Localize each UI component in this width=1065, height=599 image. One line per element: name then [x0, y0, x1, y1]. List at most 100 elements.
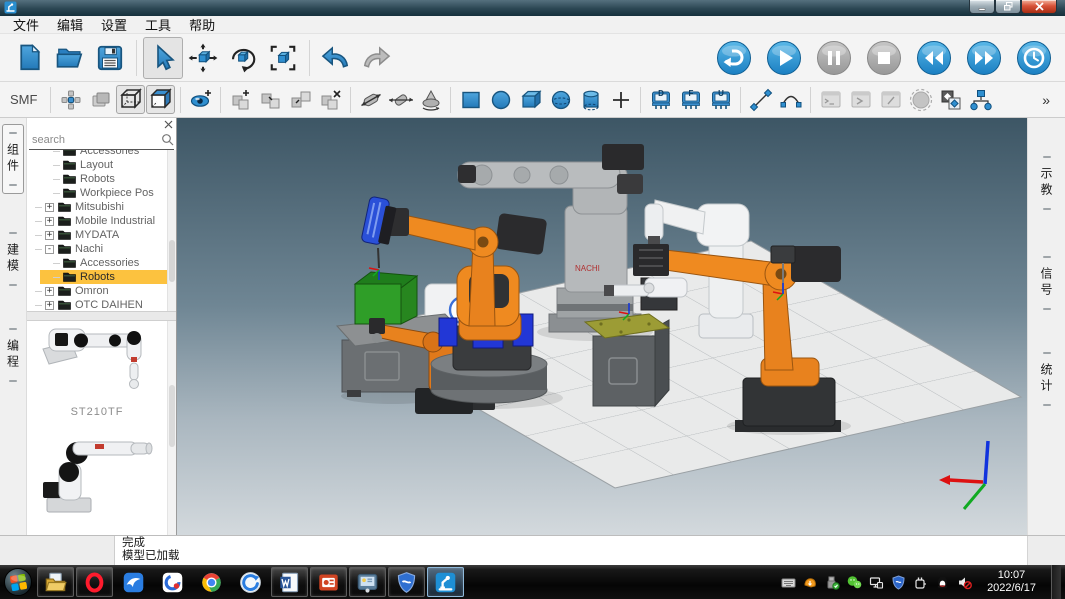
robot-model-thumbnail[interactable]: [35, 321, 159, 401]
zoom-extents-button[interactable]: [263, 37, 303, 79]
taskbar-file-explorer[interactable]: [37, 567, 74, 597]
slide-joint-button[interactable]: [386, 85, 415, 114]
robot-configuration-button[interactable]: [56, 85, 85, 114]
sphere-primitive-button[interactable]: [546, 85, 575, 114]
plane-primitive-button[interactable]: [456, 85, 485, 114]
console-run-button[interactable]: [846, 85, 875, 114]
tree-expander[interactable]: +: [45, 301, 54, 310]
panel-splitter[interactable]: [27, 311, 176, 321]
scrollbar-thumb[interactable]: [169, 385, 175, 447]
taskbar-word[interactable]: [271, 567, 308, 597]
tab-components[interactable]: 组件: [2, 124, 24, 194]
move-tool-button[interactable]: [183, 37, 223, 79]
save-button[interactable]: [90, 37, 130, 79]
rotate-tool-button[interactable]: [223, 37, 263, 79]
chip-d-button[interactable]: D: [646, 85, 675, 114]
tree-expander[interactable]: +: [45, 287, 54, 296]
power-plug-icon[interactable]: [912, 574, 928, 590]
panel-close-button[interactable]: [163, 119, 174, 130]
qq-icon[interactable]: [934, 574, 950, 590]
taskbar-browser-swirl[interactable]: [232, 567, 269, 597]
reset-button[interactable]: [715, 39, 753, 77]
add-component-button[interactable]: [226, 85, 255, 114]
taskbar-opera[interactable]: [76, 567, 113, 597]
taskbar-display-tool[interactable]: [349, 567, 386, 597]
tree-item[interactable]: +Mitsubishi: [27, 200, 167, 214]
simulation-time-button[interactable]: [1015, 39, 1053, 77]
cylinder-primitive-button[interactable]: [576, 85, 605, 114]
tree-item[interactable]: +OTC DAIHEN: [27, 298, 167, 311]
box-primitive-button[interactable]: [516, 85, 545, 114]
stop-button[interactable]: [865, 39, 903, 77]
visibility-add-button[interactable]: [186, 85, 215, 114]
volume-muted-icon[interactable]: [956, 574, 972, 590]
undo-button[interactable]: [316, 37, 356, 79]
redo-button[interactable]: [356, 37, 396, 79]
network-display-icon[interactable]: [868, 574, 884, 590]
taskbar-thunder[interactable]: [115, 567, 152, 597]
line-tool-button[interactable]: [746, 85, 775, 114]
viewport-3d-scene[interactable]: NACHI: [177, 118, 1027, 535]
tree-item-selected[interactable]: Robots: [27, 270, 167, 284]
tree-item[interactable]: +Mobile Industrial: [27, 214, 167, 228]
play-button[interactable]: [765, 39, 803, 77]
tree-item[interactable]: -Nachi: [27, 242, 167, 256]
tab-teach[interactable]: 示教: [1036, 148, 1058, 218]
model-list-scrollbar[interactable]: [167, 321, 176, 535]
rewind-button[interactable]: [915, 39, 953, 77]
fast-forward-button[interactable]: [965, 39, 1003, 77]
taskbar-baidu-netdisk[interactable]: [154, 567, 191, 597]
close-button[interactable]: [1021, 0, 1057, 14]
taskbar-robot-sim[interactable]: [427, 567, 464, 597]
tree-scrollbar[interactable]: [167, 150, 176, 311]
download-manager-icon[interactable]: [802, 574, 818, 590]
taskbar-security-shield[interactable]: [388, 567, 425, 597]
console-prompt-button[interactable]: [816, 85, 845, 114]
tree-item[interactable]: Workpiece Pos: [27, 186, 167, 200]
tree-item[interactable]: +MYDATA: [27, 228, 167, 242]
input-keyboard-icon[interactable]: [780, 574, 796, 590]
search-input[interactable]: [29, 134, 161, 146]
taskbar-chrome[interactable]: [193, 567, 230, 597]
linear-joint-button[interactable]: [356, 85, 385, 114]
delete-component-button[interactable]: [316, 85, 345, 114]
swap-frames-button[interactable]: [936, 85, 965, 114]
tree-item[interactable]: Layout: [27, 158, 167, 172]
circle-primitive-button[interactable]: [486, 85, 515, 114]
taskbar-clock[interactable]: 10:07 2022/6/17: [978, 569, 1045, 595]
tree-expander[interactable]: +: [45, 217, 54, 226]
select-tool-button[interactable]: [143, 37, 183, 79]
hierarchy-tree-button[interactable]: [966, 85, 995, 114]
menu-edit[interactable]: 编辑: [48, 14, 92, 35]
console-script-button[interactable]: [876, 85, 905, 114]
start-button[interactable]: [4, 568, 32, 596]
menu-tools[interactable]: 工具: [136, 14, 180, 35]
layers-button[interactable]: [86, 85, 115, 114]
tab-programming[interactable]: 编程: [2, 320, 24, 390]
usb-device-icon[interactable]: [824, 574, 840, 590]
tree-expander[interactable]: -: [45, 245, 54, 254]
tree-item[interactable]: Accessories: [27, 150, 167, 158]
minimize-button[interactable]: [969, 0, 995, 14]
tree-item[interactable]: Robots: [27, 172, 167, 186]
tree-item[interactable]: +Omron: [27, 284, 167, 298]
scrollbar-thumb[interactable]: [169, 240, 175, 282]
show-desktop-button[interactable]: [1051, 565, 1061, 599]
tray-shield-icon[interactable]: [890, 574, 906, 590]
robot-model-thumbnail[interactable]: [35, 426, 159, 521]
tab-statistics[interactable]: 统计: [1036, 344, 1058, 414]
wireframe-view-button[interactable]: [116, 85, 145, 114]
menu-file[interactable]: 文件: [4, 14, 48, 35]
new-file-button[interactable]: [10, 37, 50, 79]
tree-expander[interactable]: +: [45, 203, 54, 212]
tree-expander[interactable]: +: [45, 231, 54, 240]
add-primitive-button[interactable]: [606, 85, 635, 114]
trace-circle-button[interactable]: [906, 85, 935, 114]
pause-button[interactable]: [815, 39, 853, 77]
restore-button[interactable]: [995, 0, 1021, 14]
shaded-view-button[interactable]: [146, 85, 175, 114]
rotary-joint-button[interactable]: [416, 85, 445, 114]
detach-component-button[interactable]: [286, 85, 315, 114]
tab-signals[interactable]: 信号: [1036, 248, 1058, 318]
tree-item[interactable]: Accessories: [27, 256, 167, 270]
